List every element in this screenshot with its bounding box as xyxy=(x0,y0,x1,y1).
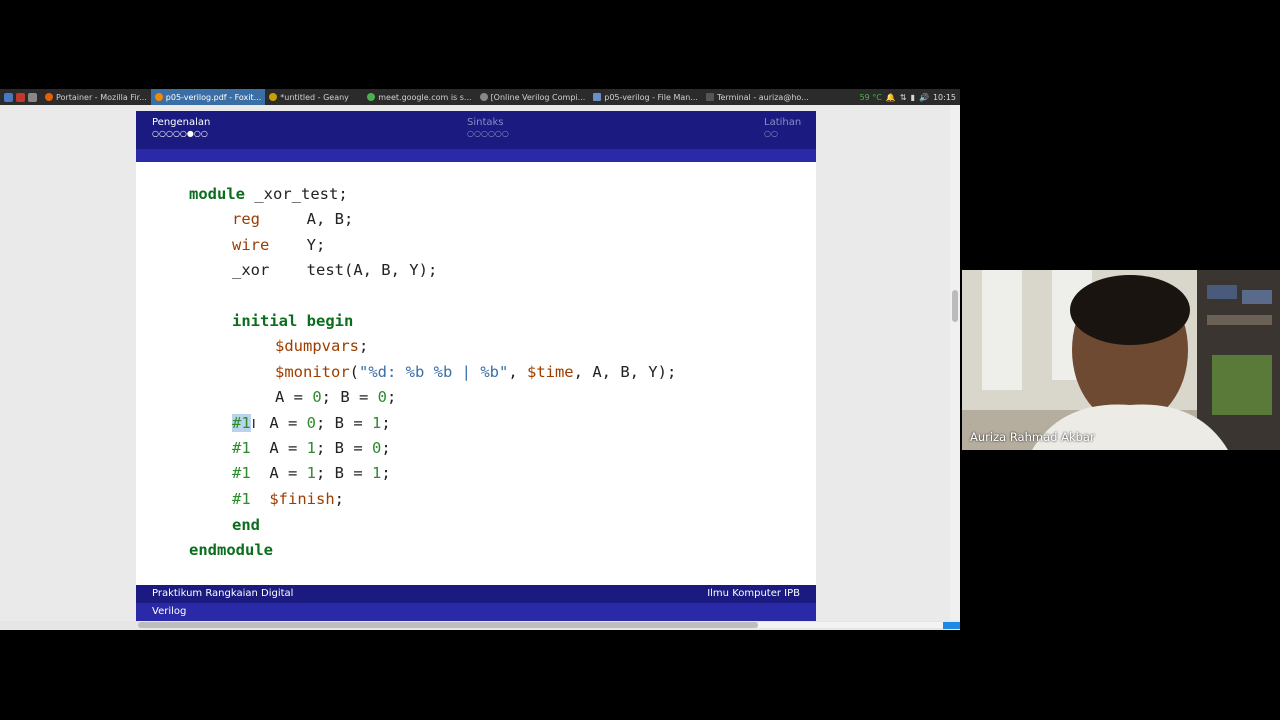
task-label: p05-verilog.pdf - Foxit... xyxy=(165,92,262,102)
task-foxit[interactable]: p05-verilog.pdf - Foxit... xyxy=(150,89,266,105)
nav-section-sintaks[interactable]: Sintaks ○○○○○○ xyxy=(467,117,509,138)
scroll-indicator xyxy=(943,622,960,629)
code-line: endmodule xyxy=(189,541,273,559)
chrome-icon xyxy=(367,93,376,101)
nav-section-label: Sintaks xyxy=(467,117,504,128)
text-cursor-icon: I xyxy=(252,417,256,431)
video-frame xyxy=(962,270,1280,450)
code-line: $monitor("%d: %b %b | %b", $time, A, B, … xyxy=(275,363,677,381)
task-verilog-compiler[interactable]: [Online Verilog Compi... xyxy=(476,89,590,105)
nav-section-label: Latihan xyxy=(764,117,802,128)
task-file-manager[interactable]: p05-verilog - File Man... xyxy=(589,89,702,105)
code-line: #1 $finish; xyxy=(232,490,345,508)
slide-navigation-bar: Pengenalan ○○○○○●○○ Sintaks ○○○○○○ Latih… xyxy=(136,111,816,149)
terminal-icon xyxy=(705,93,714,101)
footer-topic: Verilog xyxy=(152,606,187,617)
code-line: initial begin xyxy=(232,312,354,330)
volume-icon[interactable]: 🔊 xyxy=(919,93,929,102)
nav-section-pengenalan[interactable]: Pengenalan ○○○○○●○○ xyxy=(152,117,210,138)
participant-name: Auriza Rahmad Akbar xyxy=(970,430,1095,444)
participant-video-tile[interactable]: Auriza Rahmad Akbar xyxy=(962,270,1280,450)
task-label: meet.google.com is s... xyxy=(378,92,472,102)
code-line: #1 A = 1; B = 0; xyxy=(232,439,391,457)
nav-section-latihan[interactable]: Latihan ○○ xyxy=(764,117,801,138)
system-tray: 59 °C 🔔 ⇅ ▮ 🔊 10:15 xyxy=(860,93,960,102)
code-line: #1 A = 0; B = 1; xyxy=(232,414,391,432)
task-label: p05-verilog - File Man... xyxy=(604,92,698,102)
nav-section-dots: ○○○○○○ xyxy=(467,129,509,138)
code-line: $dumpvars; xyxy=(275,337,369,355)
task-label: [Online Verilog Compi... xyxy=(490,92,586,102)
horizontal-scroll-thumb[interactable] xyxy=(138,622,758,628)
battery-icon[interactable]: ▮ xyxy=(911,93,915,102)
settings-icon[interactable] xyxy=(28,92,37,102)
task-label: Terminal - auriza@ho... xyxy=(716,92,809,102)
foxit-icon xyxy=(154,93,163,101)
geany-icon xyxy=(269,93,278,101)
footer-course: Praktikum Rangkaian Digital xyxy=(152,588,294,599)
code-line: reg A, B; xyxy=(232,210,354,228)
nav-section-label: Pengenalan xyxy=(152,117,211,128)
vertical-scrollbar[interactable] xyxy=(950,105,960,620)
task-label: *untitled - Geany xyxy=(280,92,349,102)
nav-section-dots: ○○ xyxy=(764,129,778,138)
code-line: _xor test(A, B, Y); xyxy=(232,261,438,279)
task-label: Portainer - Mozilla Fir... xyxy=(56,92,147,102)
code-line: end xyxy=(232,516,260,534)
browser-icon xyxy=(479,93,488,101)
horizontal-scroll-track xyxy=(758,622,943,628)
taskbar: Portainer - Mozilla Fir... p05-verilog.p… xyxy=(0,89,960,105)
notification-icon[interactable]: 🔔 xyxy=(886,93,896,102)
task-terminal[interactable]: Terminal - auriza@ho... xyxy=(702,89,813,105)
slide-header-band xyxy=(136,149,816,162)
clock[interactable]: 10:15 xyxy=(933,93,956,102)
footer-institution: Ilmu Komputer IPB xyxy=(707,588,800,599)
footer-top-bar: Praktikum Rangkaian Digital Ilmu Kompute… xyxy=(136,585,816,603)
stop-icon[interactable] xyxy=(16,92,25,102)
vertical-scroll-thumb[interactable] xyxy=(952,290,958,322)
selected-text: #1 xyxy=(232,414,251,432)
code-line: #1 A = 1; B = 1; xyxy=(232,464,391,482)
network-icon[interactable]: ⇅ xyxy=(900,93,907,102)
firefox-icon xyxy=(45,93,53,101)
task-geany[interactable]: *untitled - Geany xyxy=(265,89,363,105)
system-launchers xyxy=(0,92,41,102)
cpu-temp: 59 °C xyxy=(859,92,882,102)
nav-section-dots: ○○○○○●○○ xyxy=(152,129,208,138)
task-firefox[interactable]: Portainer - Mozilla Fir... xyxy=(41,89,151,105)
footer-bottom-bar: Verilog xyxy=(136,603,816,621)
code-line: wire Y; xyxy=(232,236,326,254)
task-chrome[interactable]: meet.google.com is s... xyxy=(363,89,475,105)
menu-icon[interactable] xyxy=(4,92,13,102)
code-line: A = 0; B = 0; xyxy=(275,388,397,406)
folder-icon xyxy=(593,93,602,101)
presentation-slide: Pengenalan ○○○○○●○○ Sintaks ○○○○○○ Latih… xyxy=(136,111,816,621)
slide-footer: Praktikum Rangkaian Digital Ilmu Kompute… xyxy=(136,585,816,621)
code-line: module _xor_test; xyxy=(189,185,348,203)
